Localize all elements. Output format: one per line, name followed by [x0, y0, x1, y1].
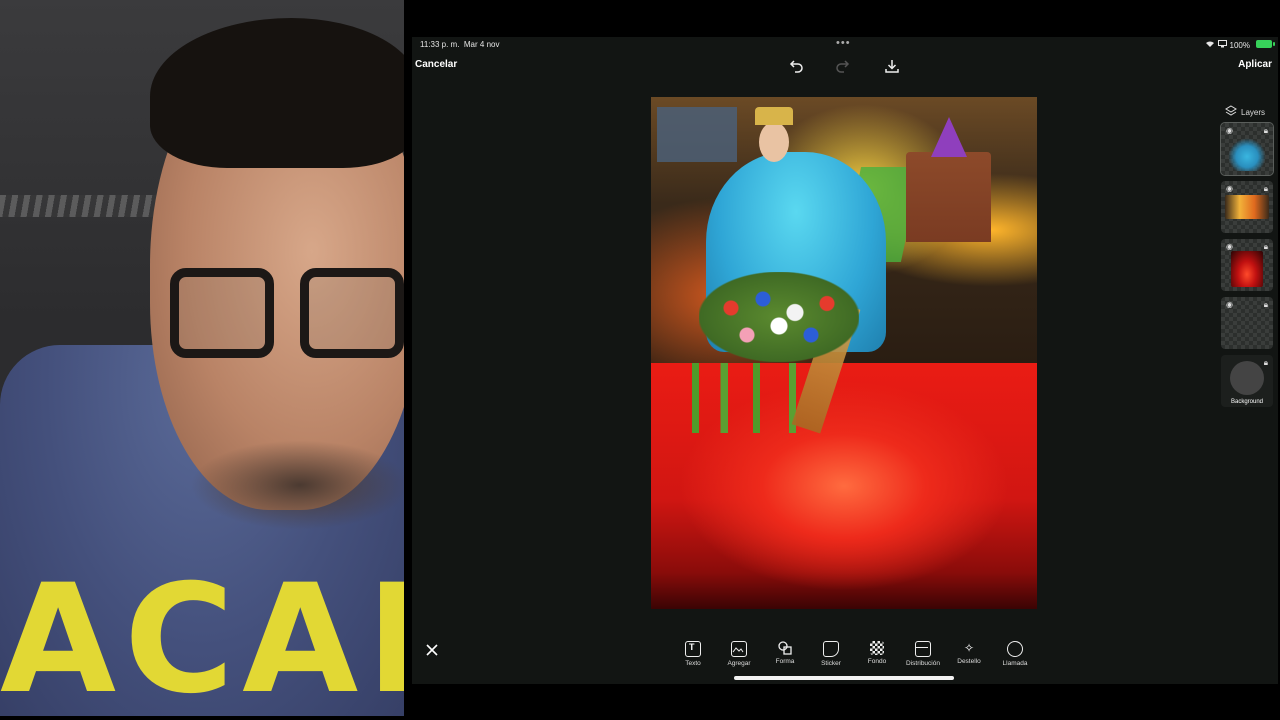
crown	[755, 107, 793, 125]
tool-label: Llamada	[1002, 660, 1028, 667]
shape-icon	[778, 641, 792, 655]
wifi-icon	[1205, 40, 1215, 50]
cancel-button[interactable]: Cancelar	[415, 59, 457, 70]
tool-label: Agregar	[727, 660, 751, 667]
background-swatch	[1230, 361, 1264, 395]
tool-label: Forma	[775, 658, 795, 665]
layer-thumbnail	[1225, 195, 1269, 219]
glasses-right-lens	[300, 268, 404, 358]
screen-icon	[1217, 40, 1227, 50]
status-bar: 11:33 p. m. Mar 4 nov ••• 100%	[412, 37, 1278, 53]
tool-sticker[interactable]: Sticker	[808, 641, 854, 667]
download-icon[interactable]	[883, 57, 901, 75]
tool-add[interactable]: Agregar	[716, 641, 762, 667]
virgin-face	[759, 122, 789, 162]
layers-header[interactable]: Layers	[1219, 101, 1275, 123]
tool-background[interactable]: Fondo	[854, 641, 900, 667]
date-text: Mar 4 nov	[463, 40, 500, 49]
eye-icon[interactable]: ◉	[1226, 242, 1233, 251]
lock-icon[interactable]: 🔒︎	[1264, 242, 1268, 252]
layers-title: Layers	[1241, 107, 1266, 117]
person-hair	[150, 18, 404, 168]
layer-city[interactable]: ◉ 🔒︎	[1221, 181, 1273, 233]
close-icon	[426, 644, 438, 656]
bottom-toolbar: T Texto Agregar Forma Sticker Fondo Dist…	[670, 641, 1038, 667]
eye-icon[interactable]: ◉	[1226, 184, 1233, 193]
layer-virgin[interactable]: ◉ 🔒︎	[1220, 122, 1274, 176]
status-indicators: 100%	[1205, 40, 1250, 50]
webcam-overlay: ACAD	[0, 0, 404, 716]
battery-percent: 100%	[1229, 40, 1250, 50]
layer-thumbnail	[1231, 251, 1263, 287]
close-button[interactable]	[422, 640, 442, 660]
layer-thumbnail	[1225, 135, 1269, 171]
layout-icon	[915, 641, 931, 657]
time-text: 11:33 p. m.	[420, 40, 460, 49]
tool-label: Fondo	[867, 658, 887, 665]
sticker-icon	[823, 641, 839, 657]
background-layer-label: Background	[1230, 399, 1264, 405]
lock-icon[interactable]: 🔒︎	[1264, 300, 1268, 310]
flower-bouquet	[699, 272, 859, 362]
photo-editor-app: 11:33 p. m. Mar 4 nov ••• 100% Cancelar …	[412, 37, 1278, 684]
tool-shape[interactable]: Forma	[762, 641, 808, 667]
callout-icon	[1007, 641, 1023, 657]
tool-label: Sticker	[821, 660, 841, 667]
layers-panel: Layers ◉ 🔒︎ ◉ 🔒︎ ◉ 🔒︎ ◉ 🔒︎ 🔒︎ Background	[1219, 101, 1275, 413]
undo-icon[interactable]	[787, 57, 805, 75]
layer-empty[interactable]: ◉ 🔒︎	[1221, 297, 1273, 349]
person-beard	[190, 440, 404, 530]
battery-icon	[1256, 40, 1275, 48]
top-bar: Cancelar Aplicar	[412, 53, 1278, 79]
church-spire	[931, 117, 967, 157]
tool-layout[interactable]: Distribución	[900, 641, 946, 667]
person-glasses	[170, 268, 404, 368]
glasses-left-lens	[170, 268, 274, 358]
add-image-icon	[731, 641, 747, 657]
text-icon: T	[685, 641, 701, 657]
tool-label: Destello	[957, 658, 981, 665]
home-indicator[interactable]	[734, 676, 954, 680]
background-icon	[870, 641, 884, 655]
tool-label: Distribución	[906, 660, 940, 667]
eye-icon[interactable]: ◉	[1226, 300, 1233, 309]
lock-icon[interactable]: 🔒︎	[1264, 184, 1268, 194]
church-building	[906, 152, 991, 242]
multitask-dots-icon[interactable]: •••	[836, 37, 851, 49]
sparkle-icon: ✧	[963, 641, 975, 655]
apply-button[interactable]: Aplicar	[1238, 59, 1272, 70]
tool-sparkle[interactable]: ✧ Destello	[946, 641, 992, 667]
layer-red-glow[interactable]: ◉ 🔒︎	[1221, 239, 1273, 291]
eye-icon[interactable]: ◉	[1226, 126, 1233, 135]
redo-icon[interactable]	[834, 57, 852, 75]
lock-icon[interactable]: 🔒︎	[1264, 358, 1268, 368]
layers-icon	[1225, 105, 1237, 119]
status-time: 11:33 p. m. Mar 4 nov	[420, 40, 499, 49]
hoodie-print: ACAD	[0, 553, 404, 716]
wall-stripe	[0, 195, 170, 217]
editing-canvas[interactable]	[651, 97, 1037, 609]
tool-label: Texto	[685, 660, 701, 667]
layer-background[interactable]: 🔒︎ Background	[1221, 355, 1273, 407]
tool-callout[interactable]: Llamada	[992, 641, 1038, 667]
tool-text[interactable]: T Texto	[670, 641, 716, 667]
city-building	[657, 107, 737, 162]
